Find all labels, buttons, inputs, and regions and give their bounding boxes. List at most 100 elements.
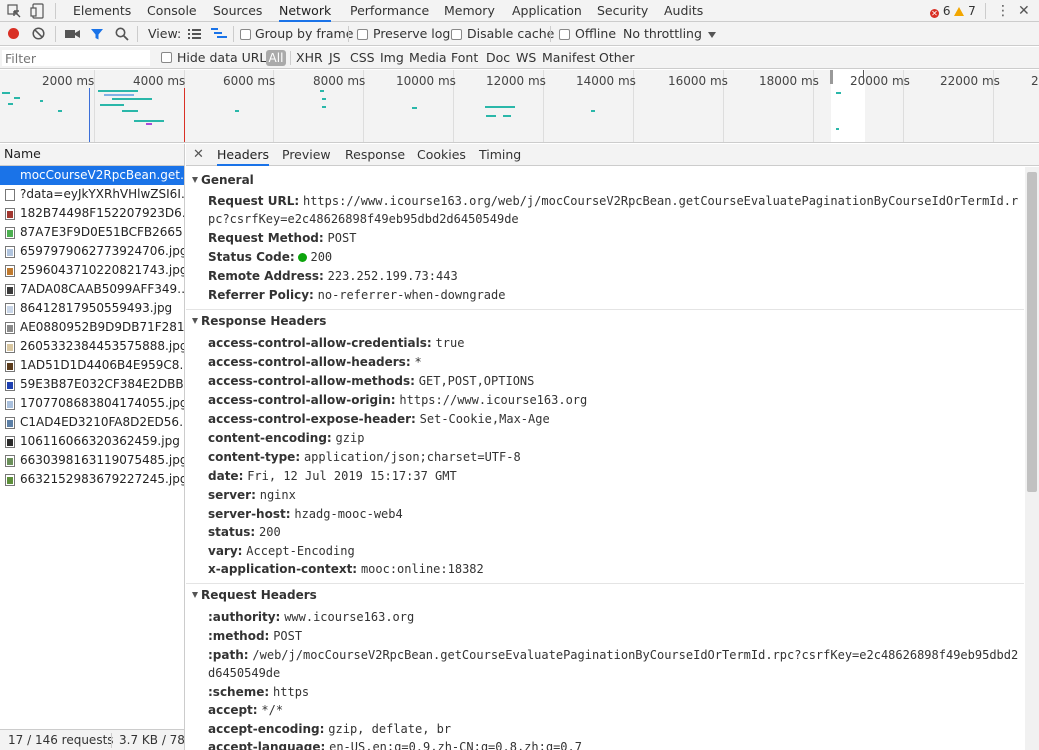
overview-tick: 4000 ms	[133, 74, 186, 88]
network-toolbar: View: Group by frame Preserve log Disabl…	[0, 22, 1039, 46]
tab-memory[interactable]: Memory	[444, 0, 495, 22]
tab-console[interactable]: Console	[147, 0, 197, 22]
list-item[interactable]: 87A7E3F9D0E51BCFB2665…	[0, 223, 184, 242]
expand-triangle-icon	[192, 592, 198, 598]
filter-type-img[interactable]: Img	[380, 47, 404, 69]
filter-type-all[interactable]: All	[266, 50, 286, 66]
overview-tick: 16000 ms	[668, 74, 728, 88]
tab-timing[interactable]: Timing	[479, 144, 521, 166]
response-headers-section-toggle[interactable]: Response Headers	[192, 314, 326, 328]
request-header-row: :scheme: https	[208, 683, 1020, 701]
tab-performance[interactable]: Performance	[350, 0, 429, 22]
list-item[interactable]: AE0880952B9D9DB71F281…	[0, 318, 184, 337]
header-key: content-type:	[208, 450, 301, 464]
tab-response[interactable]: Response	[345, 144, 405, 166]
list-item[interactable]: 6630398163119075485.jpg	[0, 451, 184, 470]
header-key: vary:	[208, 544, 243, 558]
record-icon[interactable]	[8, 28, 19, 39]
header-value: gzip	[335, 431, 365, 445]
header-key: server:	[208, 488, 256, 502]
overview-right-handle[interactable]	[863, 70, 864, 84]
close-icon[interactable]: ✕	[193, 144, 204, 166]
overview-request-mark	[2, 92, 10, 94]
network-overview[interactable]: 2000 ms 4000 ms 6000 ms 8000 ms 10000 ms…	[0, 70, 1039, 143]
divider	[985, 3, 986, 19]
filter-type-manifest[interactable]: Manifest	[542, 47, 595, 69]
request-name: C1AD4ED3210FA8D2ED56…	[20, 415, 184, 429]
inspect-element-icon[interactable]	[6, 3, 22, 19]
list-item[interactable]: 1707708683804174055.jpg	[0, 394, 184, 413]
list-item[interactable]: 6632152983679227245.jpg	[0, 470, 184, 489]
request-headers-section-toggle[interactable]: Request Headers	[192, 588, 317, 602]
filter-type-font[interactable]: Font	[451, 47, 478, 69]
list-item[interactable]: 2596043710220821743.jpg	[0, 261, 184, 280]
close-devtools-icon[interactable]: ✕	[1018, 0, 1030, 22]
list-item[interactable]: 6597979062773924706.jpg	[0, 242, 184, 261]
header-value: 223.252.199.73:443	[327, 269, 458, 283]
list-item[interactable]: 106116066320362459.jpg	[0, 432, 184, 451]
device-toolbar-icon[interactable]	[30, 3, 46, 19]
list-item[interactable]: C1AD4ED3210FA8D2ED56…	[0, 413, 184, 432]
list-item[interactable]: 1AD51D1D4406B4E959C8…	[0, 356, 184, 375]
header-value: GET,POST,OPTIONS	[418, 374, 535, 388]
filter-type-js[interactable]: JS	[329, 47, 341, 69]
request-name: 182B74498F152207923D6…	[20, 206, 184, 220]
chevron-down-icon[interactable]	[708, 32, 716, 38]
search-icon[interactable]	[115, 27, 129, 41]
list-item[interactable]: 7ADA08CAAB5099AFF349…	[0, 280, 184, 299]
tab-network[interactable]: Network	[279, 0, 332, 22]
offline-checkbox[interactable]	[559, 29, 570, 40]
disable-cache-checkbox[interactable]	[451, 29, 462, 40]
scrollbar-thumb[interactable]	[1027, 172, 1037, 492]
response-header-row: access-control-allow-credentials: true	[208, 334, 1020, 352]
tab-sources[interactable]: Sources	[213, 0, 262, 22]
header-value: Set-Cookie,Max-Age	[419, 412, 550, 426]
filter-type-css[interactable]: CSS	[350, 47, 375, 69]
name-column-header[interactable]: Name	[0, 144, 184, 166]
hide-data-urls-checkbox[interactable]	[161, 52, 172, 63]
image-icon	[5, 265, 15, 277]
list-item[interactable]: 8641281795055​9493.jpg	[0, 299, 184, 318]
filter-type-xhr[interactable]: XHR	[296, 47, 323, 69]
list-item[interactable]: mocCourseV2RpcBean.get…	[0, 166, 184, 185]
dom-content-loaded-line	[89, 88, 90, 142]
overview-request-mark	[235, 110, 239, 112]
tab-elements[interactable]: Elements	[73, 0, 131, 22]
preserve-log-label: Preserve log	[373, 26, 451, 41]
tab-audits[interactable]: Audits	[664, 0, 703, 22]
list-item[interactable]: 59E3B87E032CF384E2DBB…	[0, 375, 184, 394]
capture-screenshots-icon[interactable]	[65, 28, 80, 40]
overview-left-handle[interactable]	[830, 70, 833, 84]
tab-cookies[interactable]: Cookies	[417, 144, 466, 166]
header-value: en-US,en;q=0.9,zh-CN;q=0.8,zh;q=0.7	[329, 740, 582, 750]
tab-preview[interactable]: Preview	[282, 144, 331, 166]
more-options-icon[interactable]: ⋮	[996, 0, 1010, 22]
filter-input[interactable]	[2, 50, 150, 66]
preserve-log-checkbox[interactable]	[357, 29, 368, 40]
tab-security[interactable]: Security	[597, 0, 648, 22]
request-name: 87A7E3F9D0E51BCFB2665…	[20, 225, 184, 239]
filter-type-other[interactable]: Other	[599, 47, 635, 69]
large-rows-icon[interactable]	[188, 29, 201, 39]
general-section-toggle[interactable]: General	[192, 173, 254, 187]
waterfall-overview-icon[interactable]	[211, 28, 227, 40]
list-item[interactable]: 2605332384453575888.jpg	[0, 337, 184, 356]
offline-label: Offline	[575, 26, 617, 41]
tab-application[interactable]: Application	[512, 0, 582, 22]
filter-type-media[interactable]: Media	[409, 47, 447, 69]
console-counts[interactable]: ✕ 6 7	[930, 0, 976, 22]
request-name: 1707708683804174055.jpg	[20, 396, 184, 410]
filter-type-ws[interactable]: WS	[516, 47, 536, 69]
clear-icon[interactable]	[32, 27, 45, 40]
group-by-frame-checkbox[interactable]	[240, 29, 251, 40]
disable-cache-label: Disable cache	[467, 26, 555, 41]
filter-type-doc[interactable]: Doc	[486, 47, 510, 69]
throttling-select[interactable]: No throttling	[623, 22, 702, 46]
list-item[interactable]: ?data=eyJkYXRhVHlwZSI6I…	[0, 185, 184, 204]
vertical-scrollbar[interactable]	[1025, 167, 1039, 750]
header-key: Status Code:	[208, 250, 295, 264]
response-header-row: access-control-allow-origin: https://www…	[208, 391, 1020, 409]
list-item[interactable]: 182B74498F152207923D6…	[0, 204, 184, 223]
filter-icon[interactable]	[90, 27, 104, 41]
tab-headers[interactable]: Headers	[217, 144, 270, 166]
